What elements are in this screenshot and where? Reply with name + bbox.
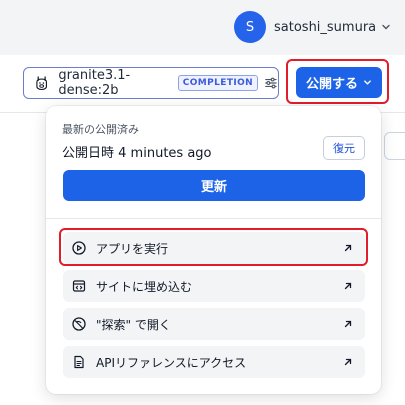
embed-icon	[72, 280, 86, 292]
published-time-label: 公開日時	[62, 146, 115, 161]
update-button[interactable]: 更新	[63, 170, 365, 201]
published-time-value: 4 minutes ago	[118, 146, 212, 161]
divider	[46, 218, 381, 219]
edge-panel-chip	[384, 132, 405, 160]
run-app-highlight-box	[59, 228, 368, 266]
publish-button[interactable]: 公開する	[296, 67, 382, 98]
embed-site-item[interactable]: サイトに埋め込む	[63, 270, 365, 302]
api-reference-item[interactable]: APIリファレンスにアクセス	[63, 346, 365, 378]
chevron-down-icon	[364, 80, 371, 85]
completion-badge: COMPLETION	[177, 75, 259, 91]
username: satoshi_sumura	[274, 19, 377, 35]
document-icon	[74, 355, 84, 369]
action-label: APIリファレンスにアクセス	[96, 355, 247, 370]
arrow-up-right-icon	[344, 282, 352, 290]
latest-published-heading: 最新の公開済み	[62, 123, 139, 136]
arrow-up-right-icon	[344, 320, 352, 328]
open-in-explore-item[interactable]: "探索" で開く	[63, 308, 365, 340]
published-time: 公開日時 4 minutes ago	[62, 142, 212, 161]
sliders-icon[interactable]	[264, 75, 278, 91]
action-label: サイトに埋め込む	[96, 279, 193, 294]
avatar: S	[234, 11, 266, 43]
arrow-up-right-icon	[344, 358, 352, 366]
llama-icon	[36, 76, 47, 91]
publish-label: 公開する	[305, 76, 358, 91]
model-selector[interactable]: granite3.1-dense:2b COMPLETION	[23, 67, 279, 99]
chevron-down-icon	[382, 24, 390, 30]
model-name: granite3.1-dense:2b	[58, 68, 131, 98]
user-menu[interactable]: S satoshi_sumura	[234, 11, 391, 43]
compass-icon	[72, 317, 86, 331]
action-label: "探索" で開く	[96, 317, 171, 332]
top-bar: S satoshi_sumura	[0, 0, 405, 55]
restore-button[interactable]: 復元	[323, 136, 365, 160]
